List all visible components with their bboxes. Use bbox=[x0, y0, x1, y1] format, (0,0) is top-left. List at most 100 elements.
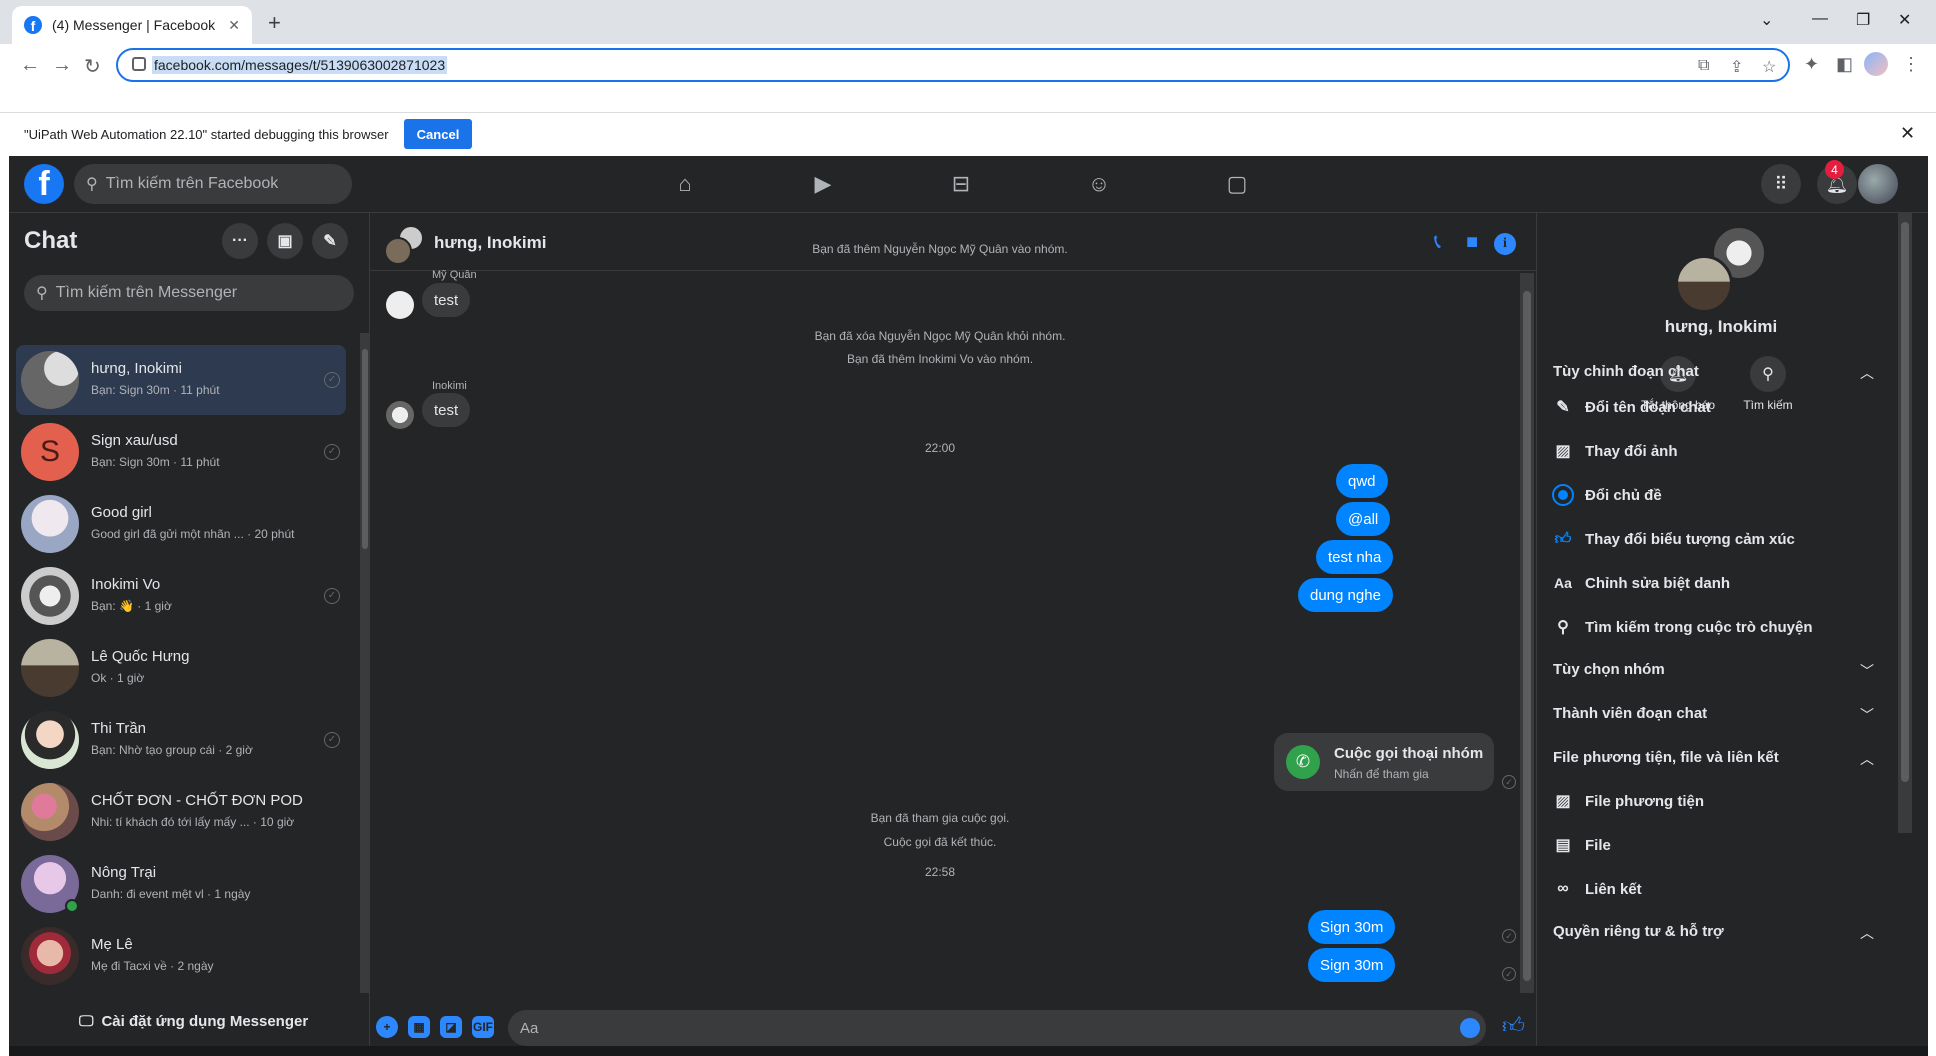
rename-chat-item[interactable]: ✎ Đổi tên đoạn chat bbox=[1553, 397, 1711, 417]
search-in-conversation-label: Tìm kiếm trong cuộc trò chuyện bbox=[1585, 618, 1813, 636]
debug-cancel-button[interactable]: Cancel bbox=[404, 119, 472, 149]
close-window-button[interactable]: ✕ bbox=[1898, 10, 1911, 30]
address-bar[interactable]: facebook.com/messages/t/5139063002871023… bbox=[116, 48, 1790, 82]
incoming-message[interactable]: test bbox=[422, 393, 471, 427]
conversation-item[interactable]: S Sign xau/usd Bạn: Sign 30m · 11 phút ✓ bbox=[16, 417, 346, 487]
customize-section-header[interactable]: Tùy chỉnh đoạn chat bbox=[1553, 363, 1699, 380]
conversation-item[interactable]: CHỐT ĐƠN - CHỐT ĐƠN POD Nhi: tí khách đó… bbox=[16, 777, 346, 847]
message-input[interactable]: Aa bbox=[508, 1010, 1486, 1046]
lock-icon[interactable] bbox=[132, 57, 146, 71]
members-section-header[interactable]: Thành viên đoạn chat bbox=[1553, 705, 1707, 722]
extensions-icon[interactable]: ✦ bbox=[1804, 54, 1819, 75]
debug-message: "UiPath Web Automation 22.10" started de… bbox=[24, 127, 389, 142]
conversation-item[interactable]: Thi Trần Bạn: Nhờ tạo group cái · 2 giờ … bbox=[16, 705, 346, 775]
close-infobar-icon[interactable]: ✕ bbox=[1900, 123, 1915, 144]
avatar bbox=[21, 351, 79, 409]
url-text[interactable]: facebook.com/messages/t/5139063002871023 bbox=[152, 56, 448, 74]
conversation-item[interactable]: Inokimi Vo Bạn: 👋 · 1 giờ ✓ bbox=[16, 561, 346, 631]
options-ellipsis-icon[interactable]: ··· bbox=[222, 223, 258, 259]
chevron-up-icon[interactable]: ︿ bbox=[1860, 923, 1874, 943]
forward-icon[interactable]: → bbox=[52, 54, 72, 77]
sticker-icon[interactable]: ◪ bbox=[440, 1016, 462, 1038]
facebook-logo-icon[interactable]: f bbox=[24, 164, 64, 204]
theme-circle-icon bbox=[1553, 485, 1573, 505]
files-item[interactable]: ▤ File bbox=[1553, 835, 1610, 855]
translate-icon[interactable]: ⧉ bbox=[1698, 57, 1709, 75]
restore-button[interactable]: ❐ bbox=[1856, 10, 1870, 30]
more-actions-plus-icon[interactable]: + bbox=[376, 1016, 398, 1038]
share-icon[interactable]: ⇪ bbox=[1730, 57, 1743, 77]
conversation-item[interactable]: Good girl Good girl đã gửi một nhãn ... … bbox=[16, 489, 346, 559]
browser-tab[interactable]: f (4) Messenger | Facebook ✕ bbox=[12, 6, 252, 44]
scrollbar-thumb[interactable] bbox=[1901, 222, 1909, 782]
chevron-down-icon[interactable]: ﹀ bbox=[1860, 661, 1874, 681]
media-section-header[interactable]: File phương tiện, file và liên kết bbox=[1553, 749, 1779, 766]
menu-kebab-icon[interactable]: ⋮ bbox=[1902, 54, 1920, 75]
attach-photo-icon[interactable]: ▦ bbox=[408, 1016, 430, 1038]
media-item[interactable]: ▨ File phương tiện bbox=[1553, 791, 1704, 811]
bookmark-star-icon[interactable]: ☆ bbox=[1762, 57, 1776, 77]
chevron-up-icon[interactable]: ︿ bbox=[1860, 363, 1874, 383]
outgoing-message[interactable]: test nha bbox=[1316, 540, 1394, 574]
search-icon: ⚲ bbox=[1557, 619, 1569, 636]
conversation-name: Sign xau/usd bbox=[91, 432, 178, 449]
outgoing-message[interactable]: dung nghe bbox=[1298, 578, 1393, 612]
system-message: Bạn đã thêm Nguyễn Ngọc Mỹ Quân vào nhóm… bbox=[812, 242, 1068, 256]
side-panel-icon[interactable]: ◧ bbox=[1836, 54, 1853, 75]
new-tab-button[interactable]: + bbox=[268, 10, 281, 36]
home-icon[interactable]: ⌂ bbox=[671, 170, 699, 198]
group-call-card[interactable]: ✆ Cuộc gọi thoại nhóm Nhấn để tham gia bbox=[1274, 733, 1494, 791]
change-theme-item[interactable]: Đổi chủ đề bbox=[1553, 485, 1662, 505]
group-options-section-header[interactable]: Tùy chọn nhóm bbox=[1553, 661, 1665, 678]
change-photo-item[interactable]: ▨ Thay đổi ảnh bbox=[1553, 441, 1677, 461]
reload-icon[interactable]: ↻ bbox=[84, 54, 101, 79]
minimize-button[interactable]: — bbox=[1812, 10, 1828, 28]
chevron-down-icon[interactable]: ﹀ bbox=[1860, 705, 1874, 725]
change-emoji-item[interactable]: 👍︎ Thay đổi biểu tượng cảm xúc bbox=[1553, 529, 1795, 549]
scrollbar-thumb[interactable] bbox=[362, 349, 368, 549]
avatar bbox=[21, 783, 79, 841]
chevron-up-icon[interactable]: ︿ bbox=[1860, 749, 1874, 769]
links-item[interactable]: ∞ Liên kết bbox=[1553, 879, 1641, 899]
edit-nicknames-item[interactable]: Aa Chỉnh sửa biệt danh bbox=[1553, 573, 1730, 593]
compose-message-icon[interactable]: ✎ bbox=[312, 223, 348, 259]
menu-grid-icon[interactable]: ⠿ bbox=[1761, 164, 1801, 204]
outgoing-message[interactable]: @all bbox=[1336, 502, 1391, 536]
facebook-search-input[interactable]: ⚲ Tìm kiếm trên Facebook bbox=[74, 164, 352, 204]
tab-search-icon[interactable]: ⌄ bbox=[1760, 10, 1773, 30]
conversation-item[interactable]: Lê Quốc Hưng Ok · 1 giờ bbox=[16, 633, 346, 703]
facebook-favicon-icon: f bbox=[24, 16, 42, 34]
gaming-icon[interactable]: ▢ bbox=[1223, 170, 1251, 198]
back-icon[interactable]: ← bbox=[20, 54, 40, 77]
thumbs-up-icon[interactable]: 👍︎ bbox=[1502, 1012, 1525, 1039]
outgoing-message[interactable]: Sign 30m bbox=[1308, 910, 1396, 944]
desktop-icon: 🖵 bbox=[79, 1013, 94, 1030]
incoming-message[interactable]: test bbox=[422, 283, 471, 317]
marketplace-icon[interactable]: ⊟ bbox=[947, 170, 975, 198]
account-avatar[interactable] bbox=[1858, 164, 1898, 204]
search-in-conversation-item[interactable]: ⚲ Tìm kiếm trong cuộc trò chuyện bbox=[1553, 617, 1813, 637]
profile-avatar[interactable] bbox=[1864, 52, 1888, 76]
delivered-check-icon: ✓ bbox=[1502, 929, 1516, 943]
conversation-item[interactable]: Mẹ Lê Mẹ đi Tacxi về · 2 ngày bbox=[16, 921, 346, 991]
emoji-icon[interactable] bbox=[1460, 1018, 1480, 1038]
install-messenger-link[interactable]: 🖵 Cài đặt ứng dụng Messenger bbox=[79, 1013, 308, 1030]
groups-icon[interactable]: ☺ bbox=[1085, 170, 1113, 198]
messenger-search-input[interactable]: ⚲ Tìm kiếm trên Messenger bbox=[24, 275, 354, 311]
watch-icon[interactable]: ▶ bbox=[809, 170, 837, 198]
conversation-name: Nông Trại bbox=[91, 864, 157, 881]
conversation-item[interactable]: Nông Trại Danh: đi event mệt vl · 1 ngày bbox=[16, 849, 346, 919]
sender-name: Mỹ Quân bbox=[432, 269, 477, 281]
avatar bbox=[21, 927, 79, 985]
outgoing-message[interactable]: qwd bbox=[1336, 464, 1388, 498]
conversation-item[interactable]: hưng, Inokimi Bạn: Sign 30m · 11 phút ✓ bbox=[16, 345, 346, 415]
outgoing-message[interactable]: Sign 30m bbox=[1308, 948, 1396, 982]
conversation-preview: Bạn: Sign 30m · 11 phút bbox=[91, 455, 220, 469]
scrollbar-thumb[interactable] bbox=[1523, 291, 1531, 981]
gif-icon[interactable]: GIF bbox=[472, 1016, 494, 1038]
new-room-video-icon[interactable]: ▣ bbox=[267, 223, 303, 259]
conversation-preview: Ok · 1 giờ bbox=[91, 671, 145, 685]
close-tab-icon[interactable]: ✕ bbox=[228, 17, 240, 34]
privacy-section-header[interactable]: Quyền riêng tư & hỗ trợ bbox=[1553, 923, 1724, 940]
search-action[interactable]: ⚲ Tìm kiếm bbox=[1723, 356, 1813, 412]
